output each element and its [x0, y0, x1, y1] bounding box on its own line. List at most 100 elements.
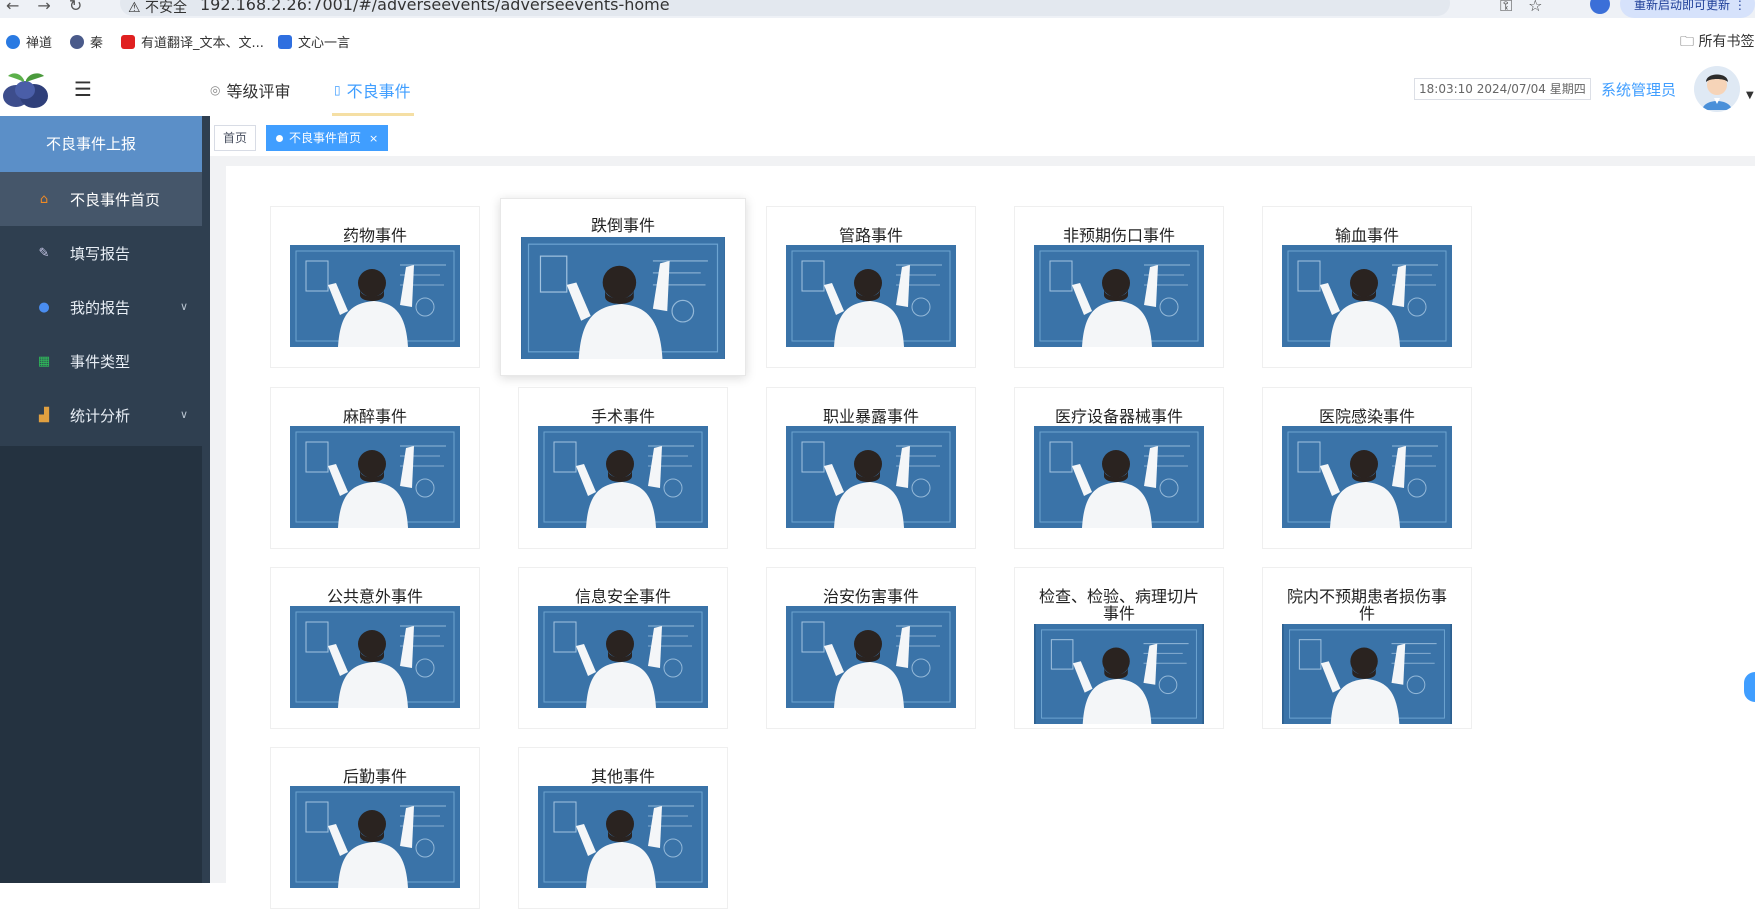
sidebar-item-my-reports[interactable]: ● 我的报告 ∨ [0, 280, 202, 334]
menu-collapse-icon[interactable]: ☰ [74, 77, 92, 101]
event-card-image [538, 786, 708, 888]
floating-assistant-button[interactable] [1744, 672, 1755, 702]
url-text[interactable]: 192.168.2.26:7001/#/adverseevents/advers… [200, 0, 670, 14]
event-card[interactable]: 医院感染事件 [1262, 387, 1472, 549]
sidebar-empty-area [0, 446, 202, 883]
event-card-image [290, 606, 460, 708]
event-card-title: 信息安全事件 [574, 587, 671, 606]
chandao-icon [6, 34, 20, 49]
event-card[interactable]: 信息安全事件 [518, 567, 728, 729]
browser-action-icons[interactable]: ⚿☆ [1500, 0, 1559, 16]
event-card[interactable]: 医疗设备器械事件 [1014, 387, 1224, 549]
event-card-title: 手术事件 [590, 407, 655, 426]
doctor-image [1283, 624, 1451, 724]
doctor-image [521, 237, 725, 359]
doctor-image [786, 245, 956, 347]
event-card[interactable]: 其他事件 [518, 747, 728, 909]
chevron-down-icon[interactable]: ▼ [1746, 90, 1754, 101]
active-dot-icon [276, 135, 283, 142]
home-icon: ⌂ [39, 191, 49, 207]
doctor-image [290, 245, 460, 347]
profile-icon[interactable] [1590, 0, 1610, 14]
edit-icon: ✎ [38, 245, 50, 261]
berry-icon [70, 34, 84, 49]
event-card[interactable]: 公共意外事件 [270, 567, 480, 729]
all-bookmarks-folder[interactable]: 🗀 所有书签 [1680, 31, 1754, 55]
user-name[interactable]: 系统管理员 [1601, 79, 1676, 100]
tab-adverse-events[interactable]: ▯ 不良事件 [334, 78, 411, 102]
youdao-icon [121, 34, 135, 49]
app-header: ☰ ◎ 等级评审 ▯ 不良事件 18:03:10 2024/07/04 星期四 … [0, 62, 1755, 117]
event-card-image [538, 426, 708, 528]
event-card-title: 治安伤害事件 [822, 587, 919, 606]
event-card-image [538, 606, 708, 708]
event-card-title: 职业暴露事件 [822, 407, 919, 426]
bookmark-wenxin[interactable]: 文心一言 [278, 32, 350, 51]
doctor-image [538, 426, 708, 528]
update-button[interactable]: 重新启动即可更新 ⋮ [1620, 0, 1755, 18]
event-card-title: 麻醉事件 [342, 407, 407, 426]
chevron-down-icon: ∨ [179, 408, 188, 421]
browser-nav-icons[interactable]: ←→↻ [6, 0, 100, 15]
insecure-warning[interactable]: ⚠ 不安全 [128, 0, 187, 17]
event-card-image [1282, 426, 1452, 528]
bookmark-chandao[interactable]: 禅道 [6, 32, 52, 51]
tags-view-bar: 首页 不良事件首页 × [210, 116, 1755, 157]
sidebar-item-event-types[interactable]: ▦ 事件类型 [0, 334, 202, 388]
tab-adverse-home[interactable]: 不良事件首页 × [266, 125, 389, 151]
logo [3, 73, 48, 108]
event-card-image [521, 237, 725, 359]
event-card-title: 其他事件 [590, 767, 655, 786]
event-card[interactable]: 管路事件 [766, 206, 976, 368]
event-card-title: 医院感染事件 [1318, 407, 1415, 426]
event-card-title: 院内不预期患者损伤事件 [1286, 587, 1447, 623]
sidebar: 不良事件上报 ⌂ 不良事件首页 ✎ 填写报告 ● 我的报告 ∨ ▦ 事件类型 ▟… [0, 116, 210, 883]
event-card[interactable]: 手术事件 [518, 387, 728, 549]
event-card-title: 非预期伤口事件 [1062, 226, 1175, 245]
sidebar-item-home[interactable]: ⌂ 不良事件首页 [0, 172, 202, 226]
event-card-image [1034, 245, 1204, 347]
event-card-title: 公共意外事件 [326, 587, 423, 606]
close-icon[interactable]: × [369, 132, 378, 145]
event-card[interactable]: 跌倒事件 [500, 198, 746, 376]
tab-home[interactable]: 首页 [214, 125, 257, 151]
doctor-image [1282, 245, 1452, 347]
doctor-image [1035, 624, 1203, 724]
event-card[interactable]: 治安伤害事件 [766, 567, 976, 729]
event-card-title: 检查、检验、病理切片事件 [1038, 587, 1199, 623]
sidebar-title[interactable]: 不良事件上报 [0, 116, 202, 172]
event-card-image [786, 426, 956, 528]
event-card-title: 跌倒事件 [590, 216, 655, 235]
event-card[interactable]: 输血事件 [1262, 206, 1472, 368]
clock: 18:03:10 2024/07/04 星期四 [1414, 78, 1591, 100]
document-icon: ▯ [334, 83, 341, 97]
main-content: 药物事件 跌倒事件 管路事件 非预期伤口事件 输血事件 麻醉事件 手术事件 职业… [210, 156, 1755, 909]
event-cards-panel: 药物事件 跌倒事件 管路事件 非预期伤口事件 输血事件 麻醉事件 手术事件 职业… [226, 166, 1755, 909]
doctor-image [290, 786, 460, 888]
avatar[interactable] [1694, 66, 1740, 112]
event-card[interactable]: 职业暴露事件 [766, 387, 976, 549]
event-card-image [1282, 624, 1452, 724]
chevron-down-icon: ∨ [179, 300, 188, 313]
sidebar-item-fill-report[interactable]: ✎ 填写报告 [0, 226, 202, 280]
event-card[interactable]: 药物事件 [270, 206, 480, 368]
event-card-image [1034, 426, 1204, 528]
event-card[interactable]: 麻醉事件 [270, 387, 480, 549]
doctor-image [1034, 426, 1204, 528]
event-card[interactable]: 非预期伤口事件 [1014, 206, 1224, 368]
doctor-image [1034, 245, 1204, 347]
bookmark-qin[interactable]: 秦 [70, 32, 103, 51]
chart-icon: ▟ [39, 407, 49, 423]
user-icon: ● [38, 299, 50, 315]
event-card-title: 医疗设备器械事件 [1054, 407, 1183, 426]
event-card-image [1282, 245, 1452, 347]
event-card[interactable]: 检查、检验、病理切片事件 [1014, 567, 1224, 729]
doctor-image [538, 606, 708, 708]
bookmark-youdao[interactable]: 有道翻译_文本、文... [121, 32, 264, 51]
tab-level-review[interactable]: ◎ 等级评审 [210, 78, 291, 102]
event-card-title: 后勤事件 [342, 767, 407, 786]
sidebar-item-statistics[interactable]: ▟ 统计分析 ∨ [0, 388, 202, 442]
event-card-image [290, 426, 460, 528]
event-card[interactable]: 后勤事件 [270, 747, 480, 909]
event-card[interactable]: 院内不预期患者损伤事件 [1262, 567, 1472, 729]
